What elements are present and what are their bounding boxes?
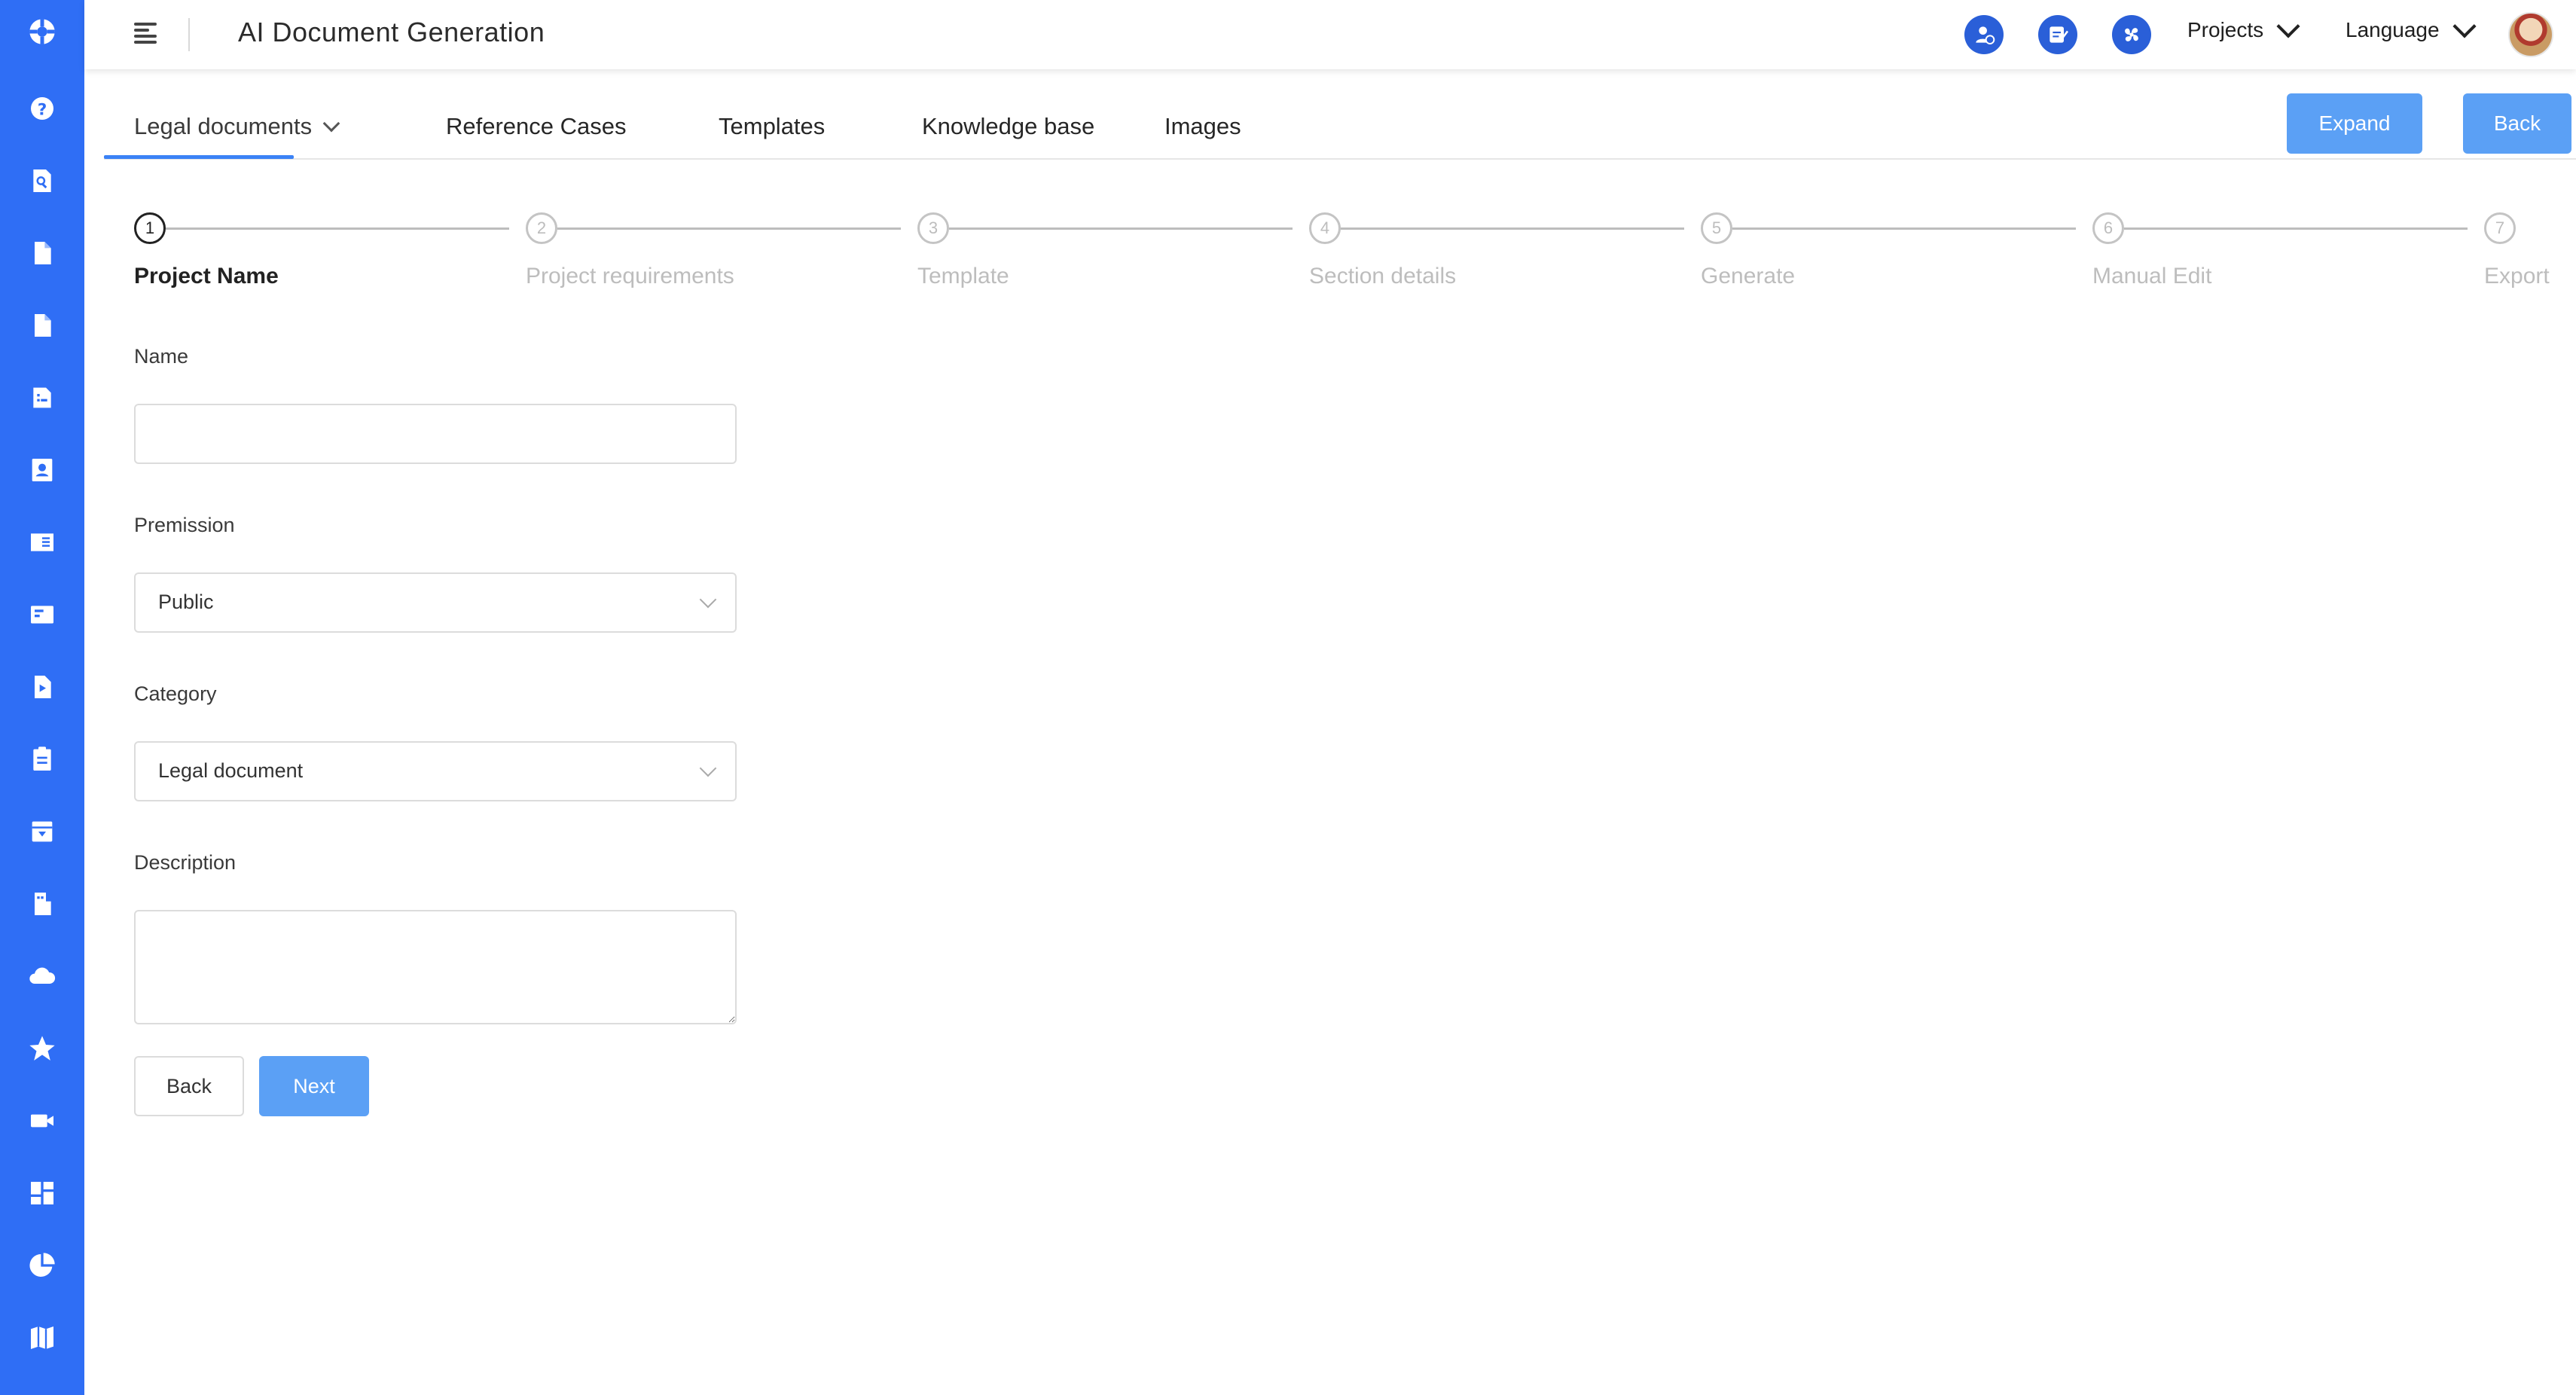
tab-bar: Legal documents Reference Cases Template… — [84, 69, 2576, 160]
tab-images[interactable]: Images — [1164, 113, 1241, 140]
avatar[interactable] — [2508, 12, 2553, 57]
pie-chart-icon[interactable] — [21, 1244, 63, 1287]
permission-value: Public — [158, 591, 214, 613]
document-icon[interactable] — [21, 232, 63, 274]
chevron-down-icon — [699, 759, 717, 777]
help-icon[interactable]: ? — [21, 87, 63, 130]
user-add-icon[interactable] — [1964, 15, 2004, 54]
category-label: Category — [134, 682, 217, 705]
permission-label: Premission — [134, 514, 235, 536]
step-6-label: Manual Edit — [2092, 264, 2212, 288]
tab-legal-documents[interactable]: Legal documents — [134, 113, 340, 140]
building-icon[interactable] — [21, 883, 63, 925]
description-textarea[interactable] — [134, 910, 737, 1024]
category-select[interactable]: Legal document — [134, 741, 737, 801]
step-connector — [166, 227, 509, 230]
menu-toggle-icon[interactable] — [131, 18, 164, 51]
logo-icon[interactable] — [21, 11, 63, 53]
step-3-label: Template — [917, 264, 1009, 288]
video-icon[interactable] — [21, 1100, 63, 1142]
step-4-label: Section details — [1309, 264, 1457, 288]
sidebar-rail: ? — [0, 0, 84, 1395]
step-2-label: Project requirements — [526, 264, 734, 288]
tab-templates[interactable]: Templates — [719, 113, 825, 140]
active-tab-indicator — [104, 155, 294, 159]
name-label: Name — [134, 345, 189, 368]
svg-text:?: ? — [38, 100, 47, 119]
step-connector — [2124, 227, 2468, 230]
star-icon[interactable] — [21, 1027, 63, 1070]
step-connector — [1341, 227, 1684, 230]
language-label: Language — [2346, 18, 2440, 41]
step-connector — [949, 227, 1293, 230]
search-document-icon[interactable] — [21, 160, 63, 202]
form-back-button[interactable]: Back — [134, 1056, 244, 1116]
back-button[interactable]: Back — [2463, 93, 2571, 154]
step-5-circle[interactable]: 5 — [1701, 212, 1732, 244]
clipboard-icon[interactable] — [21, 738, 63, 780]
step-6-circle[interactable]: 6 — [2092, 212, 2124, 244]
dashboard-icon[interactable] — [21, 1172, 63, 1214]
step-connector — [1732, 227, 2076, 230]
projects-dropdown[interactable]: Projects — [2187, 14, 2300, 42]
tab-bar-divider — [104, 158, 2576, 160]
stepper: 1 2 3 4 5 6 7 Project Name Project requi… — [84, 203, 2576, 309]
step-4-circle[interactable]: 4 — [1309, 212, 1341, 244]
divider — [188, 18, 190, 51]
step-1-circle[interactable]: 1 — [134, 212, 166, 244]
form-next-button[interactable]: Next — [259, 1056, 369, 1116]
report-icon[interactable] — [21, 377, 63, 419]
chevron-down-icon — [2452, 14, 2477, 38]
step-1-label: Project Name — [134, 264, 279, 288]
card-icon[interactable] — [21, 594, 63, 636]
tab-reference-cases[interactable]: Reference Cases — [446, 113, 627, 140]
chevron-down-icon — [2276, 14, 2300, 38]
permission-select[interactable]: Public — [134, 572, 737, 633]
book-icon[interactable] — [21, 521, 63, 563]
cloud-icon[interactable] — [21, 955, 63, 997]
edit-note-icon[interactable] — [2038, 15, 2077, 54]
step-5-label: Generate — [1701, 264, 1796, 288]
category-value: Legal document — [158, 759, 304, 782]
chevron-down-icon — [699, 591, 717, 609]
page-title: AI Document Generation — [238, 17, 545, 47]
projects-label: Projects — [2187, 18, 2264, 41]
description-label: Description — [134, 851, 237, 874]
expand-button[interactable]: Expand — [2287, 93, 2422, 154]
step-7-label: Export — [2484, 264, 2550, 288]
play-file-icon[interactable] — [21, 666, 63, 708]
map-icon[interactable] — [21, 1317, 63, 1359]
archive-icon[interactable] — [21, 810, 63, 853]
tab-label: Legal documents — [134, 113, 313, 139]
name-field-wrapper — [134, 404, 737, 464]
language-dropdown[interactable]: Language — [2346, 14, 2477, 42]
top-bar: AI Document Generation Projects Language — [84, 0, 2576, 69]
step-7-circle[interactable]: 7 — [2484, 212, 2516, 244]
step-connector — [557, 227, 901, 230]
step-3-circle[interactable]: 3 — [917, 212, 949, 244]
contact-icon[interactable] — [21, 449, 63, 491]
fan-icon[interactable] — [2112, 15, 2151, 54]
file-icon[interactable] — [21, 304, 63, 346]
tab-knowledge-base[interactable]: Knowledge base — [922, 113, 1094, 140]
name-input[interactable] — [136, 405, 735, 462]
chevron-down-icon — [322, 114, 340, 133]
step-2-circle[interactable]: 2 — [526, 212, 557, 244]
